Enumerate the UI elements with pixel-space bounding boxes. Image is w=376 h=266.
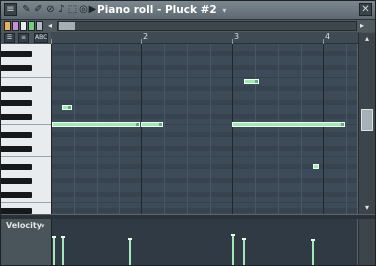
snap-button[interactable]: ☰ bbox=[4, 33, 15, 43]
horizontal-scroll-thumb[interactable] bbox=[59, 22, 75, 30]
keyboard-view-button[interactable]: ≡ bbox=[18, 33, 29, 43]
velocity-bar[interactable] bbox=[232, 235, 234, 265]
note-resize-handle[interactable] bbox=[68, 106, 71, 109]
menu-icon[interactable]: ≡ bbox=[4, 3, 17, 16]
black-key[interactable] bbox=[1, 86, 32, 92]
note[interactable] bbox=[62, 105, 72, 110]
paint-icon[interactable]: ✐ bbox=[33, 3, 44, 16]
velocity-handle[interactable] bbox=[311, 239, 315, 241]
beat-line bbox=[301, 44, 302, 214]
note-grid[interactable] bbox=[52, 44, 357, 214]
ruler-row: ☰ ≡ ABC 2 3 4 bbox=[1, 32, 375, 44]
piano-roll-window: ≡ ✎ ✐ ⊘ ♪ ⬚ ◎ ▶ Piano roll - Pluck #2 ▾ … bbox=[0, 0, 376, 266]
velocity-handle[interactable] bbox=[231, 234, 235, 236]
color-swatch-white[interactable] bbox=[20, 21, 27, 31]
black-key[interactable] bbox=[1, 164, 32, 170]
title-dropdown-icon[interactable]: ▾ bbox=[222, 6, 226, 15]
black-key[interactable] bbox=[1, 114, 32, 120]
black-key[interactable] bbox=[1, 208, 32, 214]
note[interactable] bbox=[244, 79, 259, 84]
note-resize-handle[interactable] bbox=[136, 123, 139, 126]
black-key[interactable] bbox=[1, 65, 32, 71]
note[interactable] bbox=[52, 122, 140, 127]
velocity-handle[interactable] bbox=[61, 236, 65, 238]
horizontal-scrollbar[interactable] bbox=[57, 21, 357, 31]
velocity-bar[interactable] bbox=[243, 239, 245, 265]
white-key-divider bbox=[1, 77, 51, 78]
ruler-bar-3: 3 bbox=[234, 32, 240, 41]
timeline-ruler[interactable]: 2 3 4 bbox=[51, 32, 361, 44]
velocity-handle[interactable] bbox=[128, 238, 132, 240]
note-resize-handle[interactable] bbox=[159, 123, 162, 126]
delete-icon[interactable]: ⊘ bbox=[45, 3, 56, 16]
velocity-side-panel bbox=[358, 219, 375, 265]
black-key[interactable] bbox=[1, 178, 32, 184]
ruler-bar-4: 4 bbox=[325, 32, 331, 41]
beat-line bbox=[119, 44, 120, 214]
bar-line bbox=[323, 44, 324, 214]
note[interactable] bbox=[313, 164, 319, 169]
note-resize-handle[interactable] bbox=[341, 123, 344, 126]
velocity-handle[interactable] bbox=[242, 238, 246, 240]
color-swatch-green[interactable] bbox=[28, 21, 35, 31]
black-key[interactable] bbox=[1, 192, 32, 198]
black-key[interactable] bbox=[1, 100, 32, 106]
white-key-divider bbox=[1, 202, 51, 203]
velocity-label: Velocity bbox=[6, 221, 42, 230]
vertical-scrollbar[interactable]: ▴ ▾ bbox=[358, 33, 375, 214]
velocity-bar[interactable] bbox=[53, 237, 55, 265]
window-title-text: Piano roll - Pluck #2 bbox=[97, 4, 217, 16]
scroll-down-icon[interactable]: ▾ bbox=[362, 203, 372, 212]
window-title[interactable]: Piano roll - Pluck #2 ▾ bbox=[97, 3, 226, 18]
note[interactable] bbox=[232, 122, 345, 127]
scroll-left-icon[interactable]: ◂ bbox=[45, 21, 55, 31]
beat-line bbox=[278, 44, 279, 214]
velocity-lane[interactable] bbox=[52, 219, 357, 265]
black-key[interactable] bbox=[1, 51, 32, 57]
color-swatch-purple[interactable] bbox=[12, 21, 19, 31]
beat-line bbox=[74, 44, 75, 214]
white-key-divider bbox=[1, 156, 51, 157]
vertical-scroll-thumb[interactable] bbox=[361, 109, 373, 131]
velocity-bar[interactable] bbox=[129, 239, 131, 265]
mute-icon[interactable]: ♪ bbox=[56, 3, 67, 16]
beat-line bbox=[164, 44, 165, 214]
black-key[interactable] bbox=[1, 132, 32, 138]
bar-line bbox=[141, 44, 142, 214]
velocity-bar[interactable] bbox=[312, 240, 314, 265]
beat-line bbox=[187, 44, 188, 214]
piano-keyboard[interactable] bbox=[1, 44, 52, 214]
title-bar[interactable]: ≡ ✎ ✐ ⊘ ♪ ⬚ ◎ ▶ Piano roll - Pluck #2 ▾ … bbox=[1, 1, 375, 20]
velocity-handle[interactable] bbox=[52, 236, 56, 238]
scroll-up-icon[interactable]: ▴ bbox=[362, 34, 372, 43]
note-resize-handle[interactable] bbox=[255, 80, 258, 83]
color-swatch-orange[interactable] bbox=[4, 21, 11, 31]
velocity-panel-header[interactable]: Velocity ▾ bbox=[1, 219, 52, 265]
color-swatch-gray[interactable] bbox=[36, 21, 43, 31]
beat-line bbox=[97, 44, 98, 214]
beat-line bbox=[255, 44, 256, 214]
note-names-button[interactable]: ABC bbox=[34, 33, 48, 43]
note[interactable] bbox=[141, 122, 163, 127]
velocity-bar[interactable] bbox=[62, 237, 64, 265]
toolbar-row: ◂ ▸ bbox=[1, 20, 375, 32]
close-icon[interactable]: ✕ bbox=[359, 3, 372, 16]
scroll-right-icon[interactable]: ▸ bbox=[357, 21, 367, 31]
select-icon[interactable]: ⬚ bbox=[67, 3, 78, 16]
beat-line bbox=[210, 44, 211, 214]
white-key-divider bbox=[1, 124, 51, 125]
ruler-bar-2: 2 bbox=[143, 32, 149, 41]
velocity-dropdown-icon[interactable]: ▾ bbox=[41, 222, 45, 230]
bar-line bbox=[232, 44, 233, 214]
beat-line bbox=[346, 44, 347, 214]
black-key[interactable] bbox=[1, 146, 32, 152]
pencil-icon[interactable]: ✎ bbox=[21, 3, 32, 16]
